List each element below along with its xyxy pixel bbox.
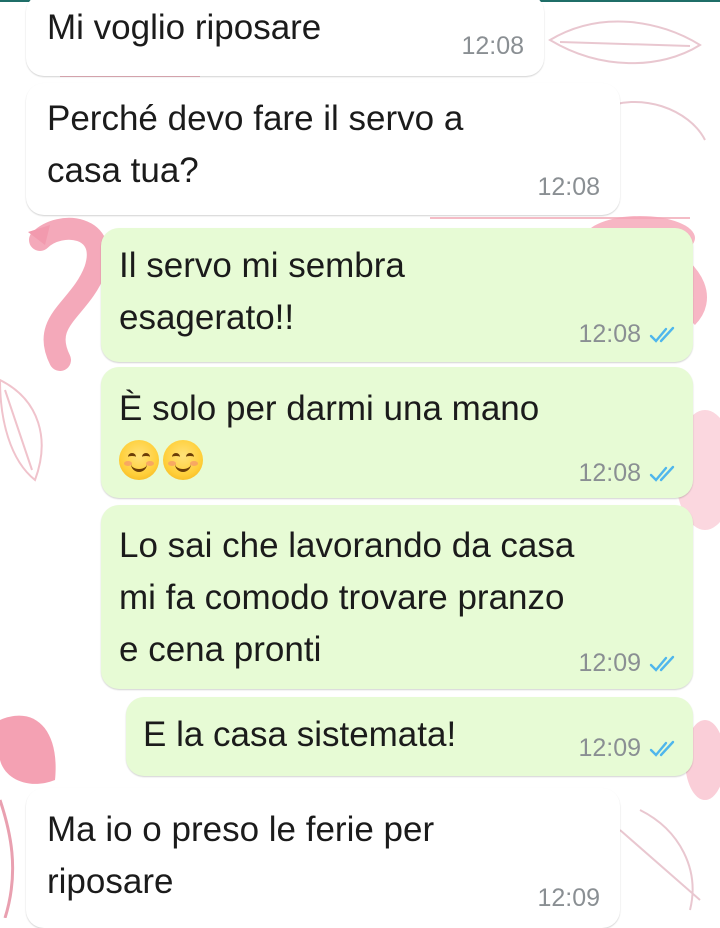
outgoing-message-bubble[interactable]: È solo per darmi una mano 12:08: [101, 367, 693, 498]
flamingo-illustration: [29, 217, 109, 371]
message-time: 12:09: [578, 734, 641, 762]
read-receipt-icon: [649, 739, 679, 759]
message-text: Lo sai che lavorando da casa mi fa comod…: [119, 526, 575, 669]
message-text: Ma io o preso le ferie per riposare: [47, 810, 435, 901]
message-meta: 12:09: [578, 734, 679, 763]
message-text: È solo per darmi una mano: [119, 389, 540, 428]
read-receipt-icon: [649, 464, 679, 484]
outgoing-message-bubble[interactable]: Lo sai che lavorando da casa mi fa comod…: [101, 505, 693, 689]
message-time: 12:08: [578, 459, 641, 487]
message-text: Perché devo fare il servo a casa tua?: [47, 99, 464, 190]
outgoing-message-bubble[interactable]: Il servo mi sembra esagerato!! 12:08: [101, 228, 693, 362]
incoming-message-bubble[interactable]: Ma io o preso le ferie per riposare 12:0…: [26, 788, 620, 928]
incoming-message-bubble[interactable]: Perché devo fare il servo a casa tua? 12…: [26, 83, 620, 215]
message-meta: 12:08: [578, 459, 679, 488]
message-text: E la casa sistemata!: [143, 715, 457, 754]
message-meta: 12:09: [578, 649, 679, 678]
message-time: 12:09: [578, 649, 641, 677]
message-text: Mi voglio riposare: [47, 8, 322, 47]
message-text: Il servo mi sembra esagerato!!: [119, 246, 405, 337]
message-time: 12:08: [537, 173, 600, 201]
incoming-message-bubble[interactable]: Mi voglio riposare 12:08: [26, 0, 544, 76]
message-time: 12:09: [537, 884, 600, 912]
read-receipt-icon: [649, 325, 679, 345]
smiling-face-emoji: [119, 440, 159, 480]
smiling-face-emoji: [163, 440, 203, 480]
outgoing-message-bubble[interactable]: E la casa sistemata! 12:09: [126, 697, 693, 776]
read-receipt-icon: [649, 654, 679, 674]
message-time: 12:08: [461, 32, 524, 60]
message-meta: 12:08: [578, 320, 679, 349]
message-time: 12:08: [578, 320, 641, 348]
